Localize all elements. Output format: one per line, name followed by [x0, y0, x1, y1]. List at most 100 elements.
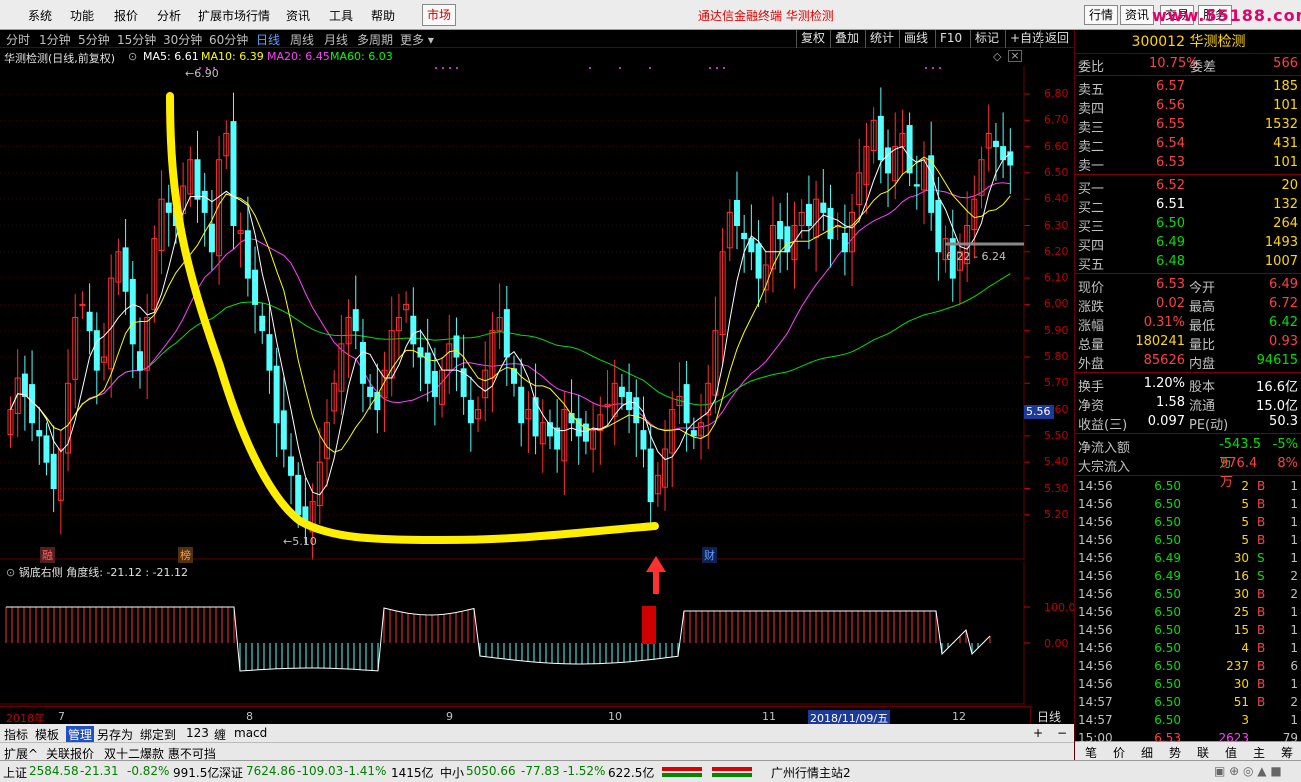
period-monthly[interactable]: 月线: [324, 31, 348, 48]
tick-row: 14:56 6.50 4 B 1: [1078, 641, 1298, 655]
period-60min[interactable]: 60分钟: [209, 31, 248, 48]
menu-tools[interactable]: 工具: [329, 7, 353, 24]
candle-body: [165, 202, 172, 213]
period-intraday[interactable]: 分时: [6, 31, 30, 48]
candle-body: [626, 392, 633, 411]
tool-template[interactable]: 模板: [35, 726, 59, 743]
close-icon[interactable]: ×: [1008, 50, 1022, 62]
draw-button[interactable]: 画线: [899, 30, 932, 48]
tool-bind[interactable]: 绑定到: [140, 726, 176, 743]
indicator-chart[interactable]: [0, 561, 1074, 705]
market-tab[interactable]: 市场: [422, 4, 456, 26]
menu-news[interactable]: 资讯: [286, 7, 310, 24]
bid-row[interactable]: 买四 6.49 1493: [1075, 234, 1301, 254]
signal-dot: [619, 67, 621, 69]
candle-body: [467, 399, 474, 424]
price-tick: 5.20: [1044, 507, 1069, 521]
weibi-row: 委比 10.75% 委差 566: [1075, 55, 1301, 75]
mark-button[interactable]: 标记: [970, 30, 1003, 48]
candle-body: [640, 430, 647, 450]
ask-row[interactable]: 卖四 6.56 101: [1075, 97, 1301, 117]
ask-row[interactable]: 卖三 6.55 1532: [1075, 116, 1301, 136]
row-label: 卖一: [1078, 159, 1105, 174]
quote-button[interactable]: 行情: [1084, 5, 1119, 25]
fuquan-button[interactable]: 复权: [796, 30, 829, 48]
overlay-button[interactable]: 叠加: [830, 30, 863, 48]
ma20-line: [10, 182, 1011, 431]
oscillator-line: [6, 606, 991, 672]
news-button[interactable]: 资讯: [1120, 5, 1155, 25]
menu-function[interactable]: 功能: [70, 7, 94, 24]
tool-chan[interactable]: 缠: [214, 726, 226, 743]
row-label: 卖四: [1078, 102, 1105, 117]
ask-row[interactable]: 卖二 6.54 431: [1075, 135, 1301, 155]
stats-button[interactable]: 统计: [865, 30, 898, 48]
tick-row: 14:56 6.49 16 S 2: [1078, 569, 1298, 583]
bid-row[interactable]: 买二 6.51 132: [1075, 196, 1301, 216]
legend-settings-icon[interactable]: ⊙: [128, 50, 137, 63]
menu-help[interactable]: 帮助: [371, 7, 395, 24]
row-volume: 185: [1273, 79, 1298, 94]
menu-system[interactable]: 系统: [28, 7, 52, 24]
candle-body: [992, 140, 999, 148]
candle-body: [122, 247, 129, 292]
menu-analysis[interactable]: 分析: [157, 7, 181, 24]
high-annotation: ←6.90: [185, 67, 219, 80]
candle-body: [302, 506, 309, 521]
period-1min[interactable]: 1分钟: [39, 31, 71, 48]
signal-dot: [435, 67, 437, 69]
bid-row[interactable]: 买三 6.50 264: [1075, 215, 1301, 235]
period-5min[interactable]: 5分钟: [78, 31, 110, 48]
chevron-down-icon: ▾: [427, 33, 434, 47]
low-annotation: ←5.10: [283, 535, 317, 548]
day-label: 日线: [1037, 710, 1062, 724]
oscillator-bars: [5, 607, 991, 671]
candle-body: [295, 474, 302, 516]
period-more[interactable]: 更多 ▾: [400, 31, 434, 48]
zx-pct: -1.52%: [563, 764, 606, 778]
ask-row[interactable]: 卖五 6.57 185: [1075, 78, 1301, 98]
server-name[interactable]: 广州行情主站2: [771, 764, 851, 781]
gear-icon[interactable]: ⊙: [6, 566, 15, 579]
sh-index: 2584.58: [29, 764, 79, 778]
period-weekly[interactable]: 周线: [290, 31, 314, 48]
back-button[interactable]: 返回: [1040, 30, 1073, 48]
candles: [7, 87, 1014, 560]
candle-body: [252, 269, 259, 305]
tool-save-as[interactable]: 另存为: [97, 726, 133, 743]
bid-row[interactable]: 买五 6.48 1007: [1075, 253, 1301, 273]
candle-body: [431, 370, 438, 397]
tool-indicator[interactable]: 指标: [4, 726, 28, 743]
f10-button[interactable]: F10: [935, 30, 966, 48]
bid-row[interactable]: 买一 6.52 20: [1075, 177, 1301, 197]
price-tick: 6.40: [1044, 192, 1069, 206]
tool-manage[interactable]: 管理: [66, 726, 95, 743]
period-15min[interactable]: 15分钟: [117, 31, 156, 48]
candle-body: [93, 330, 100, 371]
zoom-out-icon[interactable]: −: [1057, 726, 1067, 740]
tool-123[interactable]: 123: [186, 726, 209, 740]
tick-row: 14:57 6.50 51 B 2: [1078, 695, 1298, 709]
price-tick: 6.80: [1044, 87, 1069, 100]
candlestick-chart[interactable]: [0, 66, 1074, 560]
signal-dots: [199, 67, 941, 69]
menu-extended-market[interactable]: 扩展市场行情: [198, 7, 270, 24]
low-value: 5.10: [292, 535, 317, 548]
period-daily[interactable]: 日线: [256, 31, 280, 48]
menu-quote[interactable]: 报价: [114, 7, 138, 24]
candle-body: [36, 430, 43, 437]
candle-body: [618, 386, 625, 397]
day-period-label[interactable]: 日线: [1030, 706, 1074, 724]
row-volume: 132: [1273, 197, 1298, 212]
zoom-in-icon[interactable]: +: [1033, 726, 1043, 740]
candle-body: [518, 386, 525, 424]
tool-macd[interactable]: macd: [234, 726, 267, 740]
period-multi[interactable]: 多周期: [357, 31, 393, 48]
price-tick: 5.40: [1044, 455, 1069, 469]
signal-dot: [723, 67, 725, 69]
diamond-icon[interactable]: ◇: [993, 50, 1001, 63]
legend-ma10: MA10: 6.39: [201, 50, 264, 63]
ask-row[interactable]: 卖一 6.53 101: [1075, 154, 1301, 174]
tick-row: 14:56 6.50 30 B 1: [1078, 677, 1298, 691]
period-30min[interactable]: 30分钟: [163, 31, 202, 48]
